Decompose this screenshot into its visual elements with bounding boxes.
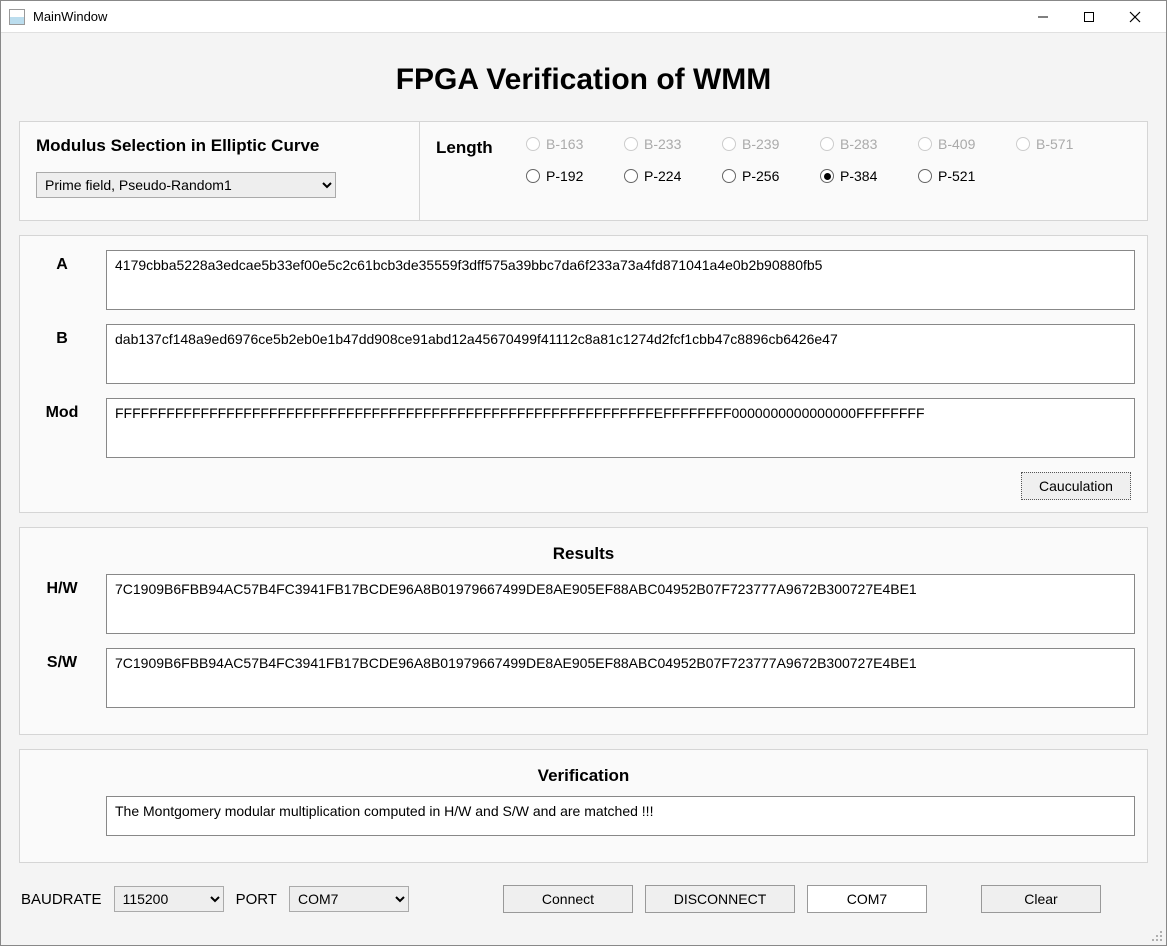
a-input[interactable] — [106, 250, 1135, 310]
length-radio-p-224[interactable]: P-224 — [624, 168, 712, 184]
radio-label: B-233 — [644, 136, 681, 152]
mod-input[interactable] — [106, 398, 1135, 458]
connect-button[interactable]: Connect — [503, 885, 633, 913]
b-label: B — [32, 324, 92, 348]
client-area: FPGA Verification of WMM Modulus Selecti… — [1, 33, 1166, 945]
maximize-button[interactable] — [1066, 1, 1112, 33]
radio-label: P-384 — [840, 168, 877, 184]
radio-label: P-521 — [938, 168, 975, 184]
maximize-icon — [1083, 11, 1095, 23]
radio-label: B-163 — [546, 136, 583, 152]
hw-output[interactable] — [106, 574, 1135, 634]
b-input[interactable] — [106, 324, 1135, 384]
radio-label: B-409 — [938, 136, 975, 152]
radio-icon — [722, 169, 736, 183]
radio-label: P-256 — [742, 168, 779, 184]
modulus-panel: Modulus Selection in Elliptic Curve Prim… — [20, 122, 420, 220]
radio-icon — [918, 169, 932, 183]
mod-label: Mod — [32, 398, 92, 422]
modulus-select[interactable]: Prime field, Pseudo-Random1 — [36, 172, 336, 198]
radio-label: B-283 — [840, 136, 877, 152]
clear-button[interactable]: Clear — [981, 885, 1101, 913]
resize-grip[interactable] — [1150, 929, 1164, 943]
verification-block: Verification — [19, 749, 1148, 863]
results-title: Results — [32, 544, 1135, 564]
radio-icon — [820, 137, 834, 151]
length-radio-b-239: B-239 — [722, 136, 810, 152]
radio-icon — [624, 137, 638, 151]
length-radio-p-256[interactable]: P-256 — [722, 168, 810, 184]
verification-title: Verification — [32, 766, 1135, 786]
length-radio-group: B-163 B-233 B-239 B-283 B-409 B-571 P-192 P-22… — [526, 136, 1131, 200]
hw-label: H/W — [32, 574, 92, 598]
page-title: FPGA Verification of WMM — [19, 63, 1148, 97]
sw-output[interactable] — [106, 648, 1135, 708]
radio-icon — [722, 137, 736, 151]
radio-label: P-224 — [644, 168, 681, 184]
titlebar: MainWindow — [1, 1, 1166, 33]
length-radio-b-571: B-571 — [1016, 136, 1104, 152]
bottom-bar: BAUDRATE 115200 PORT COM7 Connect DISCON… — [19, 877, 1148, 915]
top-panel: Modulus Selection in Elliptic Curve Prim… — [19, 121, 1148, 221]
radio-icon — [918, 137, 932, 151]
port-select[interactable]: COM7 — [289, 886, 409, 912]
window-title: MainWindow — [33, 9, 107, 24]
radio-icon — [820, 169, 834, 183]
baudrate-select[interactable]: 115200 — [114, 886, 224, 912]
length-radio-p-384[interactable]: P-384 — [820, 168, 908, 184]
calculation-button[interactable]: Cauculation — [1021, 472, 1131, 500]
radio-icon — [526, 137, 540, 151]
length-radio-p-521[interactable]: P-521 — [918, 168, 1006, 184]
radio-icon — [1016, 137, 1030, 151]
resize-grip-icon — [1150, 929, 1164, 943]
sw-label: S/W — [32, 648, 92, 672]
a-label: A — [32, 250, 92, 274]
close-icon — [1129, 11, 1141, 23]
main-window: MainWindow FPGA Verification of WMM Modu… — [0, 0, 1167, 946]
length-panel: Length B-163 B-233 B-239 B-283 B-409 B-571 P-… — [420, 122, 1147, 220]
length-radio-b-233: B-233 — [624, 136, 712, 152]
app-icon — [9, 9, 25, 25]
radio-label: B-239 — [742, 136, 779, 152]
connection-status: COM7 — [807, 885, 927, 913]
length-label: Length — [436, 136, 526, 158]
minimize-icon — [1037, 11, 1049, 23]
results-block: Results H/W S/W — [19, 527, 1148, 735]
verification-output[interactable] — [106, 796, 1135, 836]
baudrate-label: BAUDRATE — [21, 891, 102, 908]
radio-icon — [526, 169, 540, 183]
length-radio-b-163: B-163 — [526, 136, 614, 152]
length-radio-p-192[interactable]: P-192 — [526, 168, 614, 184]
inputs-block: A B Mod Cauculation — [19, 235, 1148, 513]
radio-label: B-571 — [1036, 136, 1073, 152]
modulus-label: Modulus Selection in Elliptic Curve — [36, 136, 403, 156]
close-button[interactable] — [1112, 1, 1158, 33]
port-label: PORT — [236, 891, 277, 908]
radio-icon — [624, 169, 638, 183]
length-radio-b-409: B-409 — [918, 136, 1006, 152]
length-radio-b-283: B-283 — [820, 136, 908, 152]
minimize-button[interactable] — [1020, 1, 1066, 33]
disconnect-button[interactable]: DISCONNECT — [645, 885, 795, 913]
radio-label: P-192 — [546, 168, 583, 184]
